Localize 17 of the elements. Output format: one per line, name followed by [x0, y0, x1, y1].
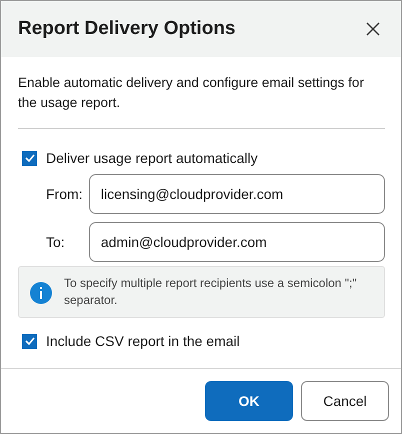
email-field[interactable]: licensing@cloudprovider.com: [88, 174, 385, 214]
checkbox[interactable]: [22, 150, 37, 166]
checkbox-label: Deliver usage report automatically: [46, 150, 258, 166]
close-icon[interactable]: [366, 22, 380, 36]
field-label: From:: [45, 186, 84, 202]
dialog-title: Report Delivery Options: [18, 18, 236, 40]
cancel-button[interactable]: Cancel: [301, 381, 389, 421]
check-icon: [24, 337, 34, 345]
field-label: To:: [45, 234, 66, 250]
email-field[interactable]: admin@cloudprovider.com: [88, 222, 385, 262]
checkbox[interactable]: [22, 334, 37, 348]
checkbox-label: Include CSV report in the email: [46, 333, 240, 349]
description-text: Enable automatic delivery and configure email settings for the usage report.: [18, 74, 365, 112]
info-text: To specify multiple report recipients use a semicolon ";" separator.: [64, 275, 358, 309]
check-icon: [24, 154, 34, 162]
ok-button[interactable]: OK: [205, 381, 293, 421]
info-icon: [30, 282, 52, 304]
